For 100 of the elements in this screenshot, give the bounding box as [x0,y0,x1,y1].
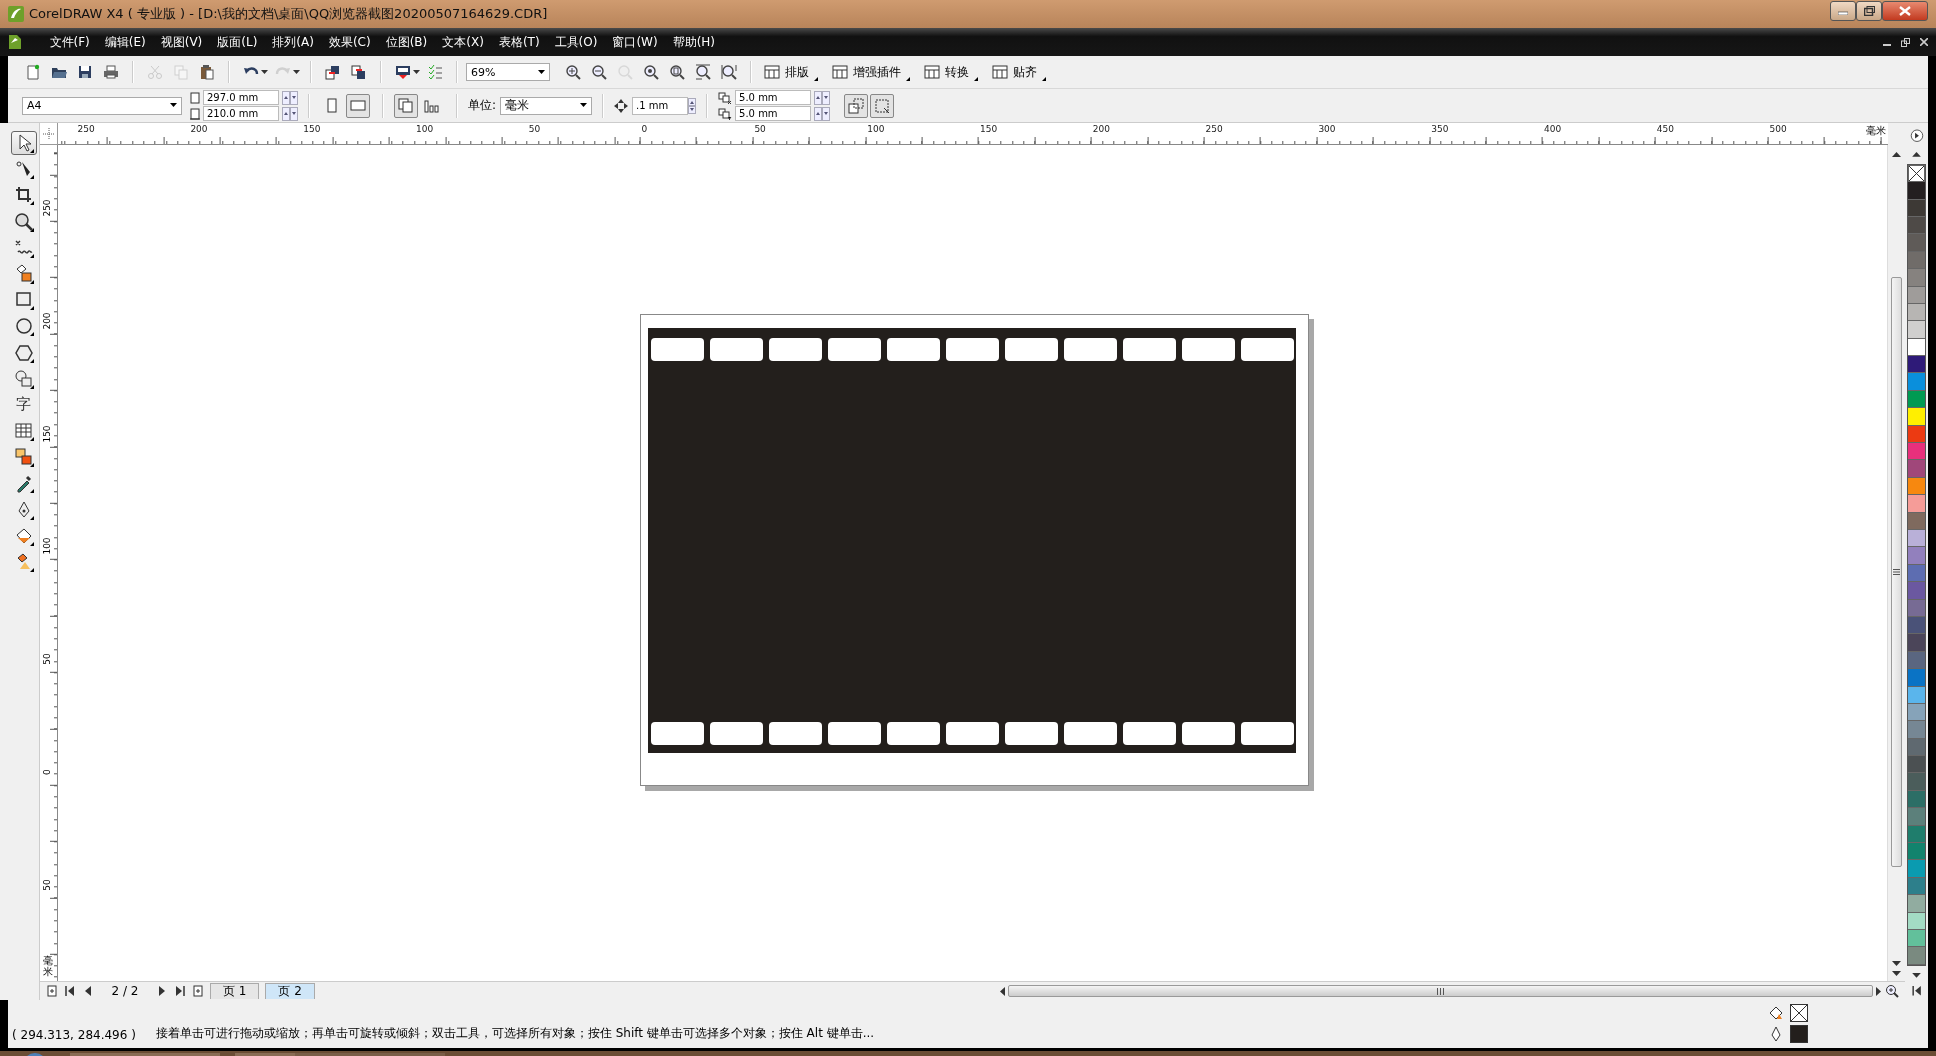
zoom-icon[interactable] [1885,984,1899,998]
toolbar-button[interactable]: 排版 [760,63,822,81]
zoom-in-icon[interactable] [565,64,581,80]
close-icon[interactable] [1920,38,1928,46]
no-color-swatch[interactable] [1908,165,1925,183]
scroll-left-icon[interactable] [999,986,1005,996]
scroll-right-icon[interactable] [1876,986,1882,996]
scroll-down-icon[interactable] [1912,972,1921,979]
restore-button[interactable] [1856,1,1882,21]
color-swatch[interactable] [1908,443,1925,461]
page-size-dropdown[interactable]: A4 [22,96,182,115]
menu-item[interactable]: 帮助(H) [665,31,723,53]
pick-tool[interactable] [10,131,37,155]
add-page-icon[interactable] [46,985,58,997]
units-dropdown[interactable]: 毫米 [500,96,593,115]
color-swatch[interactable] [1908,756,1925,774]
status-hint: 接着单击可进行拖动或缩放；再单击可旋转或倾斜；双击工具，可选择所有对象；按住 Shift 键单击可选择多个对象；按住 Alt 键单击... [155,1025,875,1042]
scrollbar-thumb[interactable] [1008,985,1873,997]
all-pages-button[interactable] [394,93,418,118]
scroll-up-icon[interactable] [1912,151,1921,158]
checklist-icon[interactable] [427,64,443,80]
last-page-icon[interactable] [174,985,186,997]
add-page-icon[interactable] [192,985,204,997]
landscape-button[interactable] [346,93,370,118]
color-swatch[interactable] [1908,947,1925,965]
snap-to-objects-button[interactable] [870,93,895,118]
caret-icon[interactable] [260,69,268,75]
import-icon[interactable] [325,64,341,80]
menu-item[interactable]: 视图(V) [153,31,210,53]
color-swatch[interactable] [1908,321,1925,339]
scroll-up-icon[interactable] [1892,151,1901,157]
new-document-icon[interactable] [25,64,41,80]
color-swatch[interactable] [1908,373,1925,391]
menu-item[interactable]: 排列(A) [264,31,322,53]
spinner-icon[interactable] [282,106,298,121]
color-swatch[interactable] [1908,269,1925,287]
zoom-height-icon[interactable] [721,64,737,80]
color-swatch[interactable] [1908,634,1925,652]
ruler-label: 200 [190,124,208,134]
color-swatch[interactable] [1908,582,1925,600]
export-icon[interactable] [351,64,367,80]
zoom-page-icon[interactable] [669,64,685,80]
first-page-icon[interactable] [64,985,76,997]
paste-icon[interactable] [199,64,215,80]
palette-scroll-icon[interactable] [1909,129,1924,143]
caret-icon[interactable] [412,69,420,75]
color-swatch[interactable] [1908,669,1925,687]
toolbar-button[interactable]: 转换 [920,63,982,81]
menu-item[interactable]: 位图(B) [378,31,435,53]
toolbar-button[interactable]: 贴齐 [988,63,1050,81]
caret-icon[interactable] [292,69,300,75]
save-icon[interactable] [77,64,93,80]
printer-icon[interactable] [103,64,119,80]
color-swatch[interactable] [1908,773,1925,791]
restore-icon[interactable] [1901,37,1910,47]
application-launcher-icon[interactable] [395,64,411,80]
minimize-button[interactable] [1830,1,1856,21]
spinner-icon[interactable] [688,97,697,114]
portrait-page-icon [324,97,340,114]
menu-item[interactable]: 文件(F) [42,31,98,53]
treat-as-filled-button[interactable] [844,93,869,118]
color-swatch[interactable] [1908,808,1925,826]
color-swatch[interactable] [1908,408,1925,426]
color-swatch[interactable] [1908,843,1925,861]
page-tab[interactable]: 页 2 [265,983,315,999]
menu-item[interactable]: 效果(C) [321,31,379,53]
menu-item[interactable]: 版面(L) [209,31,265,53]
color-swatch[interactable] [1908,547,1925,565]
toolbar-button[interactable]: 增强插件 [828,63,914,81]
page-height-field[interactable]: 210.0 mm [203,106,279,121]
zoom-out-icon[interactable] [591,64,607,80]
duplicate-y-field[interactable]: 5.0 mm [735,106,812,121]
scrollbar-thumb[interactable] [1891,277,1902,867]
zoom-width-icon[interactable] [695,64,711,80]
color-swatch[interactable] [1908,356,1925,374]
menu-item[interactable]: 文本(X) [434,31,492,53]
duplicate-x-field[interactable]: 5.0 mm [735,90,812,105]
color-swatch[interactable] [1908,895,1925,913]
color-swatch[interactable] [1908,182,1925,200]
color-swatch[interactable] [1908,460,1925,478]
menu-item[interactable]: 编辑(E) [97,31,154,53]
spinner-icon[interactable] [814,90,831,105]
color-swatch[interactable] [1908,495,1925,513]
collapse-left-icon[interactable] [1911,984,1922,996]
page-width-field[interactable]: 297.0 mm [203,90,279,105]
spinner-icon[interactable] [814,106,831,121]
nudge-distance-field[interactable]: .1 mm [632,96,689,115]
color-swatch[interactable] [1908,721,1925,739]
menu-item[interactable]: 窗口(W) [604,31,666,53]
zoom-all-icon[interactable] [643,64,659,80]
zoom-level-dropdown[interactable]: 69% [466,63,550,81]
menu-item[interactable]: 工具(O) [547,31,605,53]
ruler-label: 0 [641,124,648,134]
page-tab[interactable]: 页 1 [210,983,260,999]
spinner-icon[interactable] [282,90,298,105]
color-swatch[interactable] [1908,860,1925,878]
menu-item[interactable]: 表格(T) [491,31,548,53]
text-tool[interactable]: 字 [10,392,37,417]
color-swatch[interactable] [1908,234,1925,252]
close-button[interactable] [1882,1,1928,21]
